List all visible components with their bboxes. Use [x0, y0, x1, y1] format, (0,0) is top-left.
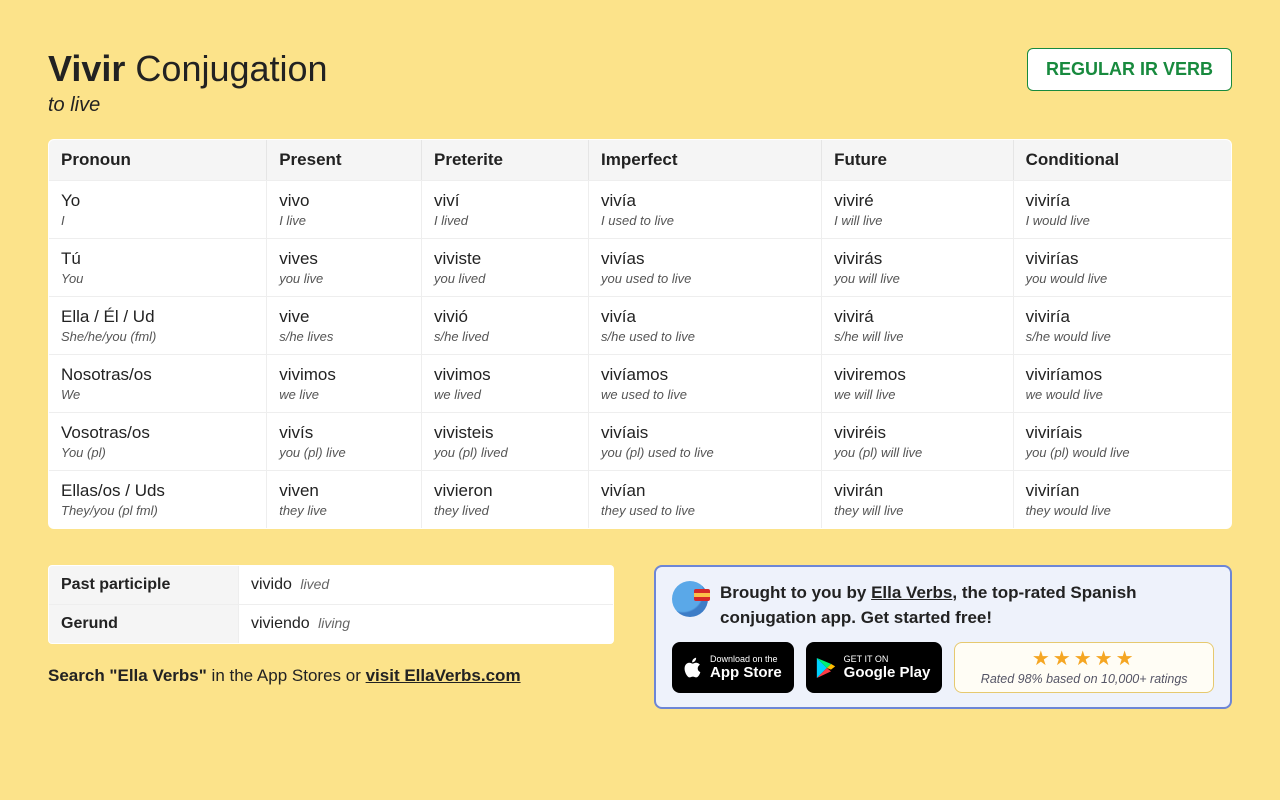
conjugation-cell: viviríasyou would live	[1013, 239, 1231, 297]
pronoun-cell: Ellas/os / UdsThey/you (pl fml)	[49, 471, 267, 529]
apple-icon	[682, 657, 702, 679]
column-header: Future	[822, 140, 1013, 181]
ella-verbs-icon	[672, 581, 708, 617]
conjugation-cell: vivías/he used to live	[589, 297, 822, 355]
column-header: Imperfect	[589, 140, 822, 181]
table-row: Ellas/os / UdsThey/you (pl fml)viventhey…	[49, 471, 1232, 529]
search-instruction: Search "Ella Verbs" in the App Stores or…	[48, 666, 614, 686]
participle-table: Past participle vivido lived Gerund vivi…	[48, 565, 614, 644]
conjugation-cell: vivimoswe live	[267, 355, 422, 413]
conjugation-cell: vives/he lives	[267, 297, 422, 355]
conjugation-cell: vivirías/he would live	[1013, 297, 1231, 355]
conjugation-cell: vivesyou live	[267, 239, 422, 297]
conjugation-cell: viviréI will live	[822, 181, 1013, 239]
verb-translation: to live	[48, 94, 328, 117]
pronoun-cell: TúYou	[49, 239, 267, 297]
rating-box: ★★★★★ Rated 98% based on 10,000+ ratings	[954, 642, 1214, 693]
conjugation-cell: viviríanthey would live	[1013, 471, 1231, 529]
table-row: Nosotras/osWevivimoswe livevivimoswe liv…	[49, 355, 1232, 413]
conjugation-cell: vivirás/he will live	[822, 297, 1013, 355]
conjugation-cell: viviós/he lived	[421, 297, 588, 355]
past-participle-value: vivido lived	[239, 566, 614, 605]
ella-verbs-link[interactable]: Ella Verbs	[871, 583, 952, 602]
conjugation-cell: viviremoswe will live	[822, 355, 1013, 413]
gerund-value: viviendo living	[239, 605, 614, 644]
conjugation-cell: vivíamoswe used to live	[589, 355, 822, 413]
verb-type-badge: REGULAR IR VERB	[1027, 48, 1232, 91]
conjugation-cell: vivirásyou will live	[822, 239, 1013, 297]
conjugation-cell: vivisteyou lived	[421, 239, 588, 297]
conjugation-cell: vivíaisyou (pl) used to live	[589, 413, 822, 471]
table-row: Vosotras/osYou (pl)vivísyou (pl) liveviv…	[49, 413, 1232, 471]
page-title: Vivir Conjugation	[48, 48, 328, 90]
conjugation-cell: vivisteisyou (pl) lived	[421, 413, 588, 471]
table-row: YoIvivoI livevivíI livedvivíaI used to l…	[49, 181, 1232, 239]
past-participle-label: Past participle	[49, 566, 239, 605]
rating-text: Rated 98% based on 10,000+ ratings	[965, 672, 1203, 686]
table-row: TúYouvivesyou livevivisteyou livedvivías…	[49, 239, 1232, 297]
conjugation-cell: vivíasyou used to live	[589, 239, 822, 297]
pronoun-cell: Nosotras/osWe	[49, 355, 267, 413]
conjugation-cell: viviríaisyou (pl) would live	[1013, 413, 1231, 471]
column-header: Conditional	[1013, 140, 1231, 181]
pronoun-cell: Vosotras/osYou (pl)	[49, 413, 267, 471]
conjugation-cell: vivíanthey used to live	[589, 471, 822, 529]
column-header: Pronoun	[49, 140, 267, 181]
conjugation-cell: vivimoswe lived	[421, 355, 588, 413]
conjugation-table: PronounPresentPreteriteImperfectFutureCo…	[48, 139, 1232, 529]
gerund-label: Gerund	[49, 605, 239, 644]
conjugation-cell: vivoI live	[267, 181, 422, 239]
app-store-badge[interactable]: Download on the App Store	[672, 642, 794, 693]
title-rest: Conjugation	[135, 48, 327, 89]
conjugation-cell: viviríaI would live	[1013, 181, 1231, 239]
conjugation-cell: viviránthey will live	[822, 471, 1013, 529]
promo-box: Brought to you by Ella Verbs, the top-ra…	[654, 565, 1232, 709]
pronoun-cell: Ella / Él / UdShe/he/you (fml)	[49, 297, 267, 355]
pronoun-cell: YoI	[49, 181, 267, 239]
conjugation-cell: vivíI lived	[421, 181, 588, 239]
star-icons: ★★★★★	[965, 649, 1203, 669]
table-row: Ella / Él / UdShe/he/you (fml)vives/he l…	[49, 297, 1232, 355]
verb-name: Vivir	[48, 48, 125, 89]
conjugation-cell: vivísyou (pl) live	[267, 413, 422, 471]
conjugation-cell: viviríamoswe would live	[1013, 355, 1231, 413]
column-header: Preterite	[421, 140, 588, 181]
conjugation-cell: viviréisyou (pl) will live	[822, 413, 1013, 471]
visit-ellaverbs-link[interactable]: visit EllaVerbs.com	[366, 666, 521, 685]
column-header: Present	[267, 140, 422, 181]
conjugation-cell: vivíaI used to live	[589, 181, 822, 239]
conjugation-cell: viventhey live	[267, 471, 422, 529]
google-play-badge[interactable]: GET IT ON Google Play	[806, 642, 943, 693]
conjugation-cell: vivieronthey lived	[421, 471, 588, 529]
promo-text: Brought to you by Ella Verbs, the top-ra…	[720, 581, 1214, 630]
google-play-icon	[816, 657, 836, 679]
